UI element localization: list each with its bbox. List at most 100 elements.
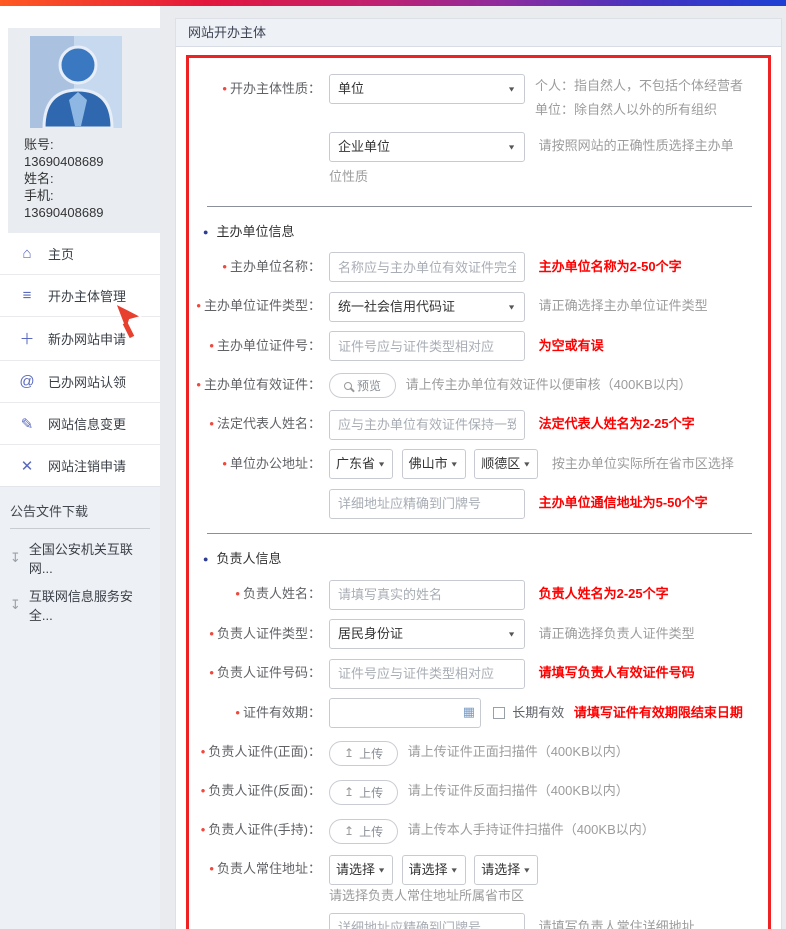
download-link-internet-info-service[interactable]: ↧ 互联网信息服务安全... xyxy=(10,586,150,624)
person-cert-type-value: 居民身份证 xyxy=(338,619,403,649)
upload-holding-button[interactable]: ↥ 上传 xyxy=(329,819,398,844)
sidebar-item-website-info-change[interactable]: ✎ 网站信息变更 xyxy=(0,402,160,444)
cert-front-label: 负责人证件(正面)： xyxy=(189,737,329,767)
org-cert-type-select[interactable]: 统一社会信用代码证 ▼ xyxy=(329,292,525,322)
cert-validity-label: 证件有效期： xyxy=(189,698,329,728)
legal-rep-name-input[interactable] xyxy=(329,410,525,440)
red-cursor-arrow-icon xyxy=(112,303,144,339)
residence-province-select[interactable]: 请选择 ▼ xyxy=(329,855,393,885)
org-cert-no-input[interactable] xyxy=(329,331,525,361)
org-province-select[interactable]: 广东省 ▼ xyxy=(329,449,393,479)
unit-nature-value: 企业单位 xyxy=(338,132,390,162)
org-cert-file-label: 主办单位有效证件： xyxy=(189,370,329,400)
chevron-down-icon: ▼ xyxy=(377,858,386,882)
cert-holding-label: 负责人证件(手持)： xyxy=(189,815,329,845)
edit-icon: ✎ xyxy=(16,415,38,433)
sidebar-item-label: 已办网站认领 xyxy=(48,372,126,391)
chevron-down-icon: ▼ xyxy=(507,135,516,159)
upload-icon: ↥ xyxy=(344,785,354,799)
person-cert-type-select[interactable]: 居民身份证 ▼ xyxy=(329,619,525,649)
sidebar-menu: ⌂ 主页 ≡ 开办主体管理 ＋ 新办网站申请 @ 已办网站认领 ✎ 网站信息变更… xyxy=(0,233,160,487)
org-cert-no-label: 主办单位证件号： xyxy=(189,331,329,361)
sidebar-item-home[interactable]: ⌂ 主页 xyxy=(0,233,160,274)
org-district-select[interactable]: 顺德区 ▼ xyxy=(474,449,538,479)
download-icon: ↧ xyxy=(10,597,21,613)
org-cert-file-hint: 请上传主办单位有效证件以便审核（400KB以内） xyxy=(406,377,692,392)
cert-back-hint: 请上传证件反面扫描件（400KB以内） xyxy=(408,783,629,798)
download-link-label: 互联网信息服务安全... xyxy=(29,586,150,624)
org-cert-type-label: 主办单位证件类型： xyxy=(189,291,329,321)
long-term-checkbox[interactable] xyxy=(493,707,505,719)
cert-validity-date-input[interactable] xyxy=(329,698,481,728)
cert-holding-hint: 请上传本人手持证件扫描件（400KB以内） xyxy=(408,822,655,837)
org-city-select[interactable]: 佛山市 ▼ xyxy=(402,449,466,479)
home-icon: ⌂ xyxy=(16,245,38,262)
residence-city-select[interactable]: 请选择 ▼ xyxy=(402,855,466,885)
subject-nature-value: 单位 xyxy=(338,74,364,104)
magnifier-icon xyxy=(344,382,352,390)
list-icon: ≡ xyxy=(16,287,38,304)
chevron-down-icon: ▼ xyxy=(507,295,516,319)
org-address-detail-input[interactable] xyxy=(329,489,525,519)
sidebar-item-label: 主页 xyxy=(48,244,74,263)
at-icon: @ xyxy=(16,373,38,390)
chevron-down-icon: ▼ xyxy=(450,452,459,476)
person-name-label: 负责人姓名： xyxy=(189,579,329,609)
chevron-down-icon: ▼ xyxy=(450,858,459,882)
legal-rep-name-label: 法定代表人姓名： xyxy=(189,409,329,439)
unit-nature-select[interactable]: 企业单位 ▼ xyxy=(329,132,525,162)
org-name-input[interactable] xyxy=(329,252,525,282)
download-icon: ↧ xyxy=(10,550,21,566)
org-cert-type-value: 统一社会信用代码证 xyxy=(338,292,455,322)
phone-label: 手机: xyxy=(24,187,160,204)
residence-district-select[interactable]: 请选择 ▼ xyxy=(474,855,538,885)
org-name-hint: 主办单位名称为2-50个字 xyxy=(539,259,682,274)
person-cert-type-hint: 请正确选择负责人证件类型 xyxy=(539,626,695,641)
upload-icon: ↥ xyxy=(344,824,354,838)
person-cert-no-input[interactable] xyxy=(329,659,525,689)
org-address-detail-hint: 主办单位通信地址为5-50个字 xyxy=(539,495,708,510)
residence-detail-input[interactable] xyxy=(329,913,525,929)
plus-icon: ＋ xyxy=(16,328,38,349)
org-address-hint: 按主办单位实际所在省市区选择 xyxy=(552,456,734,471)
account-card: 账号: 13690408689 姓名: 手机: 13690408689 xyxy=(8,28,160,233)
form-content: 开办主体性质： 单位 ▼ 个人：指自然人，不包括个体经营者 单位：除自然人以外的… xyxy=(176,47,781,929)
upload-back-button[interactable]: ↥ 上传 xyxy=(329,780,398,805)
subject-nature-select[interactable]: 单位 ▼ xyxy=(329,74,525,104)
account-number-value: 13690408689 xyxy=(24,153,160,170)
phone-value: 13690408689 xyxy=(24,204,160,221)
upload-front-button[interactable]: ↥ 上传 xyxy=(329,741,398,766)
download-link-national-police[interactable]: ↧ 全国公安机关互联网... xyxy=(10,539,150,577)
chevron-down-icon: ▼ xyxy=(507,77,516,101)
org-address-label: 单位办公地址： xyxy=(189,449,329,479)
subject-nature-label: 开办主体性质： xyxy=(189,74,329,104)
sidebar-item-website-cancellation[interactable]: ✕ 网站注销申请 xyxy=(0,444,160,486)
residence-label: 负责人常住地址： xyxy=(189,854,329,884)
close-icon: ✕ xyxy=(16,457,38,475)
page: 账号: 13690408689 姓名: 手机: 13690408689 ⌂ 主页… xyxy=(0,0,786,929)
downloads-title: 公告文件下载 xyxy=(10,501,150,529)
cert-validity-hint: 请填写证件有效期限结束日期 xyxy=(574,705,743,720)
cert-back-label: 负责人证件(反面)： xyxy=(189,776,329,806)
name-label: 姓名: xyxy=(24,170,160,187)
chevron-down-icon: ▼ xyxy=(522,452,531,476)
sidebar: 账号: 13690408689 姓名: 手机: 13690408689 ⌂ 主页… xyxy=(0,6,160,929)
account-number-label: 账号: xyxy=(24,136,160,153)
person-section-title: 负责人信息 xyxy=(203,548,768,567)
cert-front-hint: 请上传证件正面扫描件（400KB以内） xyxy=(408,744,629,759)
person-cert-type-label: 负责人证件类型： xyxy=(189,619,329,649)
avatar xyxy=(30,36,122,128)
chevron-down-icon: ▼ xyxy=(377,452,386,476)
page-title: 网站开办主体 xyxy=(188,25,266,40)
preview-button[interactable]: 预览 xyxy=(329,373,396,398)
legal-rep-name-hint: 法定代表人姓名为2-25个字 xyxy=(539,416,695,431)
upload-icon: ↥ xyxy=(344,746,354,760)
highlighted-form-box: 开办主体性质： 单位 ▼ 个人：指自然人，不包括个体经营者 单位：除自然人以外的… xyxy=(186,55,771,929)
subject-nature-hints: 个人：指自然人，不包括个体经营者 单位：除自然人以外的所有组织 xyxy=(535,74,743,122)
person-name-hint: 负责人姓名为2-25个字 xyxy=(539,586,669,601)
person-cert-no-hint: 请填写负责人有效证件号码 xyxy=(539,665,695,680)
person-name-input[interactable] xyxy=(329,580,525,610)
calendar-icon[interactable]: ▦ xyxy=(463,705,475,718)
sidebar-item-claim-website[interactable]: @ 已办网站认领 xyxy=(0,360,160,402)
residence-hint: 请选择负责人常住地址所属省市区 xyxy=(329,885,768,907)
